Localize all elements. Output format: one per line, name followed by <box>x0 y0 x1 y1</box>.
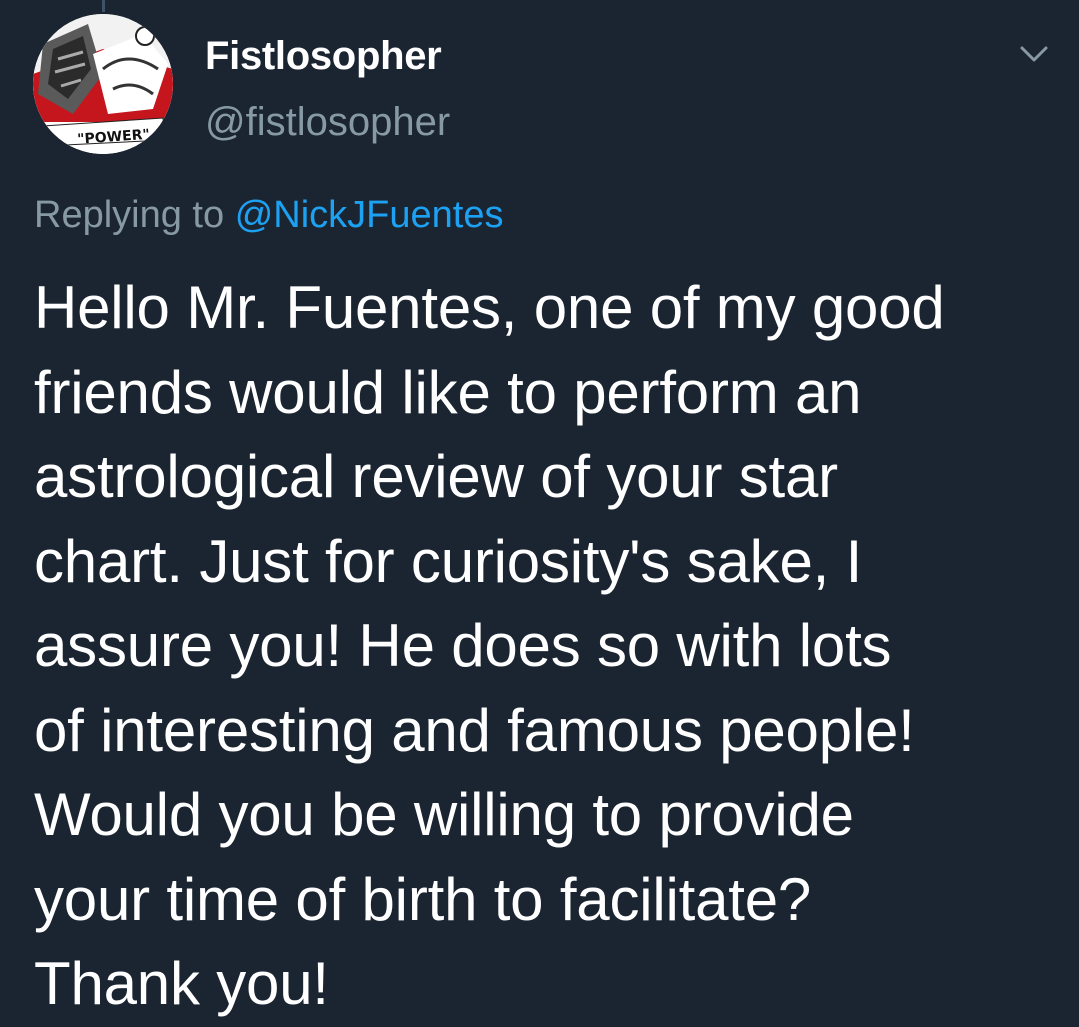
author-handle[interactable]: @fistlosopher <box>205 100 450 145</box>
tweet-text-line: chart. Just for curiosity's sake, I <box>34 527 863 595</box>
reply-mention-link[interactable]: @NickJFuentes <box>235 194 504 236</box>
tweet-text-line: Hello Mr. Fuentes, one of my good <box>34 274 945 341</box>
tweet-text-line: Would you be willing to provide <box>34 781 854 848</box>
avatar[interactable]: "POWER" <box>33 14 173 154</box>
tweet-text-line: assure you! He does so with lots <box>34 612 892 679</box>
avatar-image: "POWER" <box>33 14 173 154</box>
reply-context: Replying to @NickJFuentes <box>34 194 503 237</box>
tweet-text-line: astrological review of your star <box>34 443 838 510</box>
tweet-text-line: your time of birth to facilitate? <box>34 865 812 933</box>
thread-connector-line <box>102 0 105 12</box>
tweet-menu-button[interactable] <box>1014 40 1054 70</box>
tweet-text-line: of interesting and famous people! <box>34 696 915 764</box>
reply-prefix: Replying to <box>34 194 225 236</box>
tweet-text-line: friends would like to perform an <box>34 358 862 426</box>
tweet-body: Hello Mr. Fuentes, one of my good friend… <box>34 266 1054 1027</box>
tweet-text-line: Thank you! <box>34 950 329 1017</box>
author-display-name[interactable]: Fistlosopher <box>205 34 442 79</box>
chevron-down-icon <box>1020 46 1048 62</box>
